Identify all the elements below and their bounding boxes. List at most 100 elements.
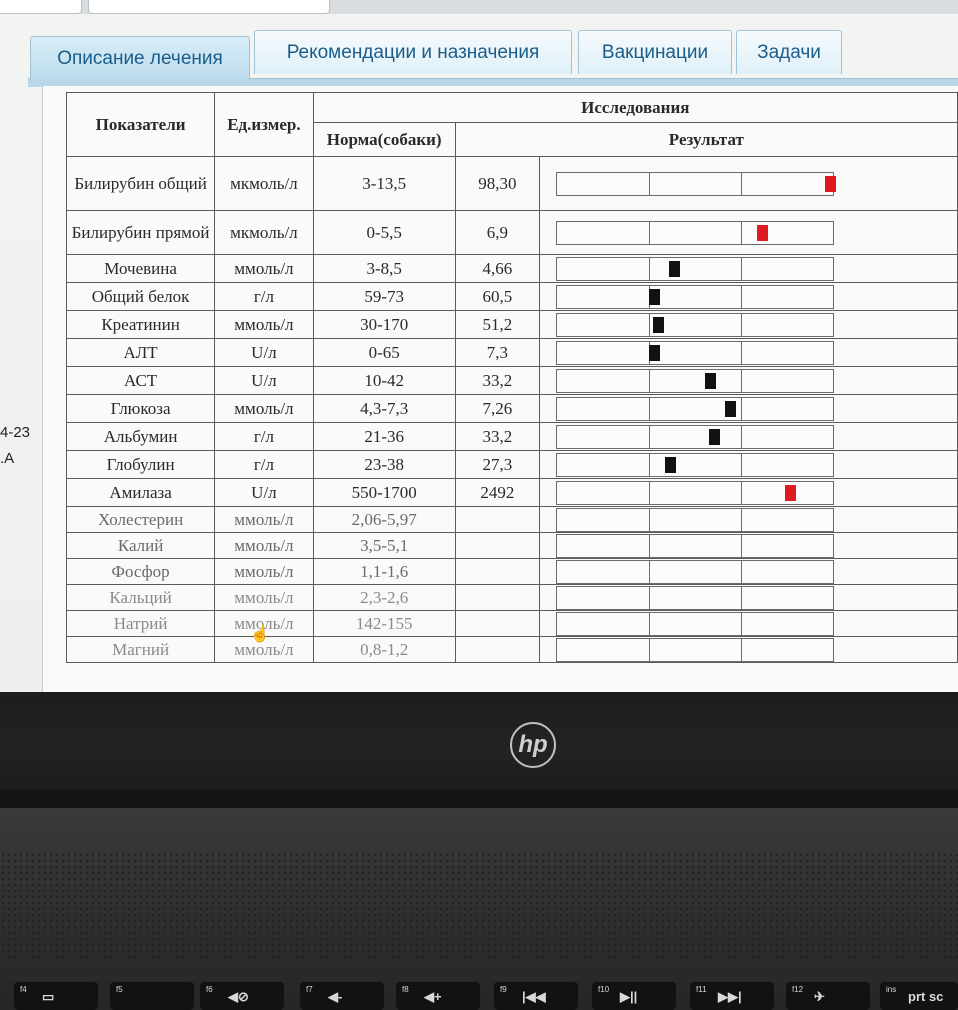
value-cell bbox=[454, 506, 541, 533]
scale-divider bbox=[741, 508, 743, 531]
scale-divider bbox=[741, 369, 743, 392]
function-key[interactable]: f4 ▭ bbox=[14, 982, 98, 1010]
scale-divider bbox=[741, 560, 743, 583]
function-key[interactable]: ins prt sc bbox=[880, 982, 958, 1010]
result-scale bbox=[556, 637, 835, 662]
function-key[interactable]: f7 ◀- bbox=[300, 982, 384, 1010]
norm-cell: 23-38 bbox=[312, 450, 456, 479]
tab-treatment-description[interactable]: Описание лечения bbox=[30, 36, 250, 80]
tab-tasks[interactable]: Задачи bbox=[736, 30, 842, 74]
indicator-name: Амилаза bbox=[65, 478, 216, 507]
indicator-name: Холестерин bbox=[65, 506, 216, 533]
indicator-name: Магний bbox=[65, 636, 216, 663]
result-marker bbox=[665, 456, 677, 473]
value-cell bbox=[454, 610, 541, 637]
laptop-hinge bbox=[0, 790, 958, 808]
result-bar-cell bbox=[539, 506, 958, 533]
value-cell: 4,66 bbox=[454, 254, 541, 283]
laptop-bezel bbox=[0, 692, 958, 792]
value-cell: 7,26 bbox=[454, 394, 541, 423]
function-key[interactable]: f6 ◀⊘ bbox=[200, 982, 284, 1010]
unit-cell: ммоль/л bbox=[214, 254, 314, 283]
value-cell: 51,2 bbox=[454, 310, 541, 339]
scale-divider bbox=[649, 172, 651, 195]
table-row: Альбумин г/л 21-36 33,2 bbox=[65, 422, 958, 451]
function-key[interactable]: f12 ✈ bbox=[786, 982, 870, 1010]
result-marker bbox=[649, 288, 661, 305]
indicator-name: Натрий bbox=[65, 610, 216, 637]
table-row: Амилаза U/л 550-1700 2492 bbox=[65, 478, 958, 507]
value-cell: 98,30 bbox=[454, 156, 541, 211]
value-cell bbox=[454, 558, 541, 585]
scale-divider bbox=[741, 172, 743, 195]
indicator-name: АСТ bbox=[65, 366, 216, 395]
result-scale bbox=[556, 220, 835, 245]
function-key[interactable]: f5 bbox=[110, 982, 194, 1010]
scale-divider bbox=[649, 586, 651, 609]
scale-divider bbox=[741, 341, 743, 364]
browser-tab[interactable] bbox=[0, 0, 82, 14]
scale-divider bbox=[741, 285, 743, 308]
norm-cell: 3-8,5 bbox=[312, 254, 456, 283]
function-key[interactable]: f10 ▶|| bbox=[592, 982, 676, 1010]
norm-cell: 2,3-2,6 bbox=[312, 584, 456, 611]
scale-divider bbox=[741, 397, 743, 420]
browser-tab[interactable] bbox=[88, 0, 330, 14]
norm-cell: 10-42 bbox=[312, 366, 456, 395]
norm-cell: 59-73 bbox=[312, 282, 456, 311]
result-bar-cell bbox=[539, 156, 958, 211]
function-key-label: f12 bbox=[792, 985, 804, 994]
result-scale bbox=[556, 256, 835, 281]
function-key-label: f7 bbox=[306, 985, 313, 994]
norm-cell: 3,5-5,1 bbox=[312, 532, 456, 559]
indicator-name: Креатинин bbox=[65, 310, 216, 339]
result-bar-cell bbox=[539, 450, 958, 479]
result-scale bbox=[556, 340, 835, 365]
norm-cell: 0,8-1,2 bbox=[312, 636, 456, 663]
scale-divider bbox=[741, 313, 743, 336]
tab-label: Вакцинации bbox=[601, 41, 709, 63]
table-row: Калий ммоль/л 3,5-5,1 bbox=[65, 532, 958, 559]
function-key-symbol-icon: ◀+ bbox=[424, 989, 442, 1004]
table-row: Мочевина ммоль/л 3-8,5 4,66 bbox=[65, 254, 958, 283]
table-row: Глобулин г/л 23-38 27,3 bbox=[65, 450, 958, 479]
function-key-label: f8 bbox=[402, 985, 409, 994]
function-key-label: f9 bbox=[500, 985, 507, 994]
table-row: АЛТ U/л 0-65 7,3 bbox=[65, 338, 958, 367]
scale-divider bbox=[649, 481, 651, 504]
result-bar-cell bbox=[539, 610, 958, 637]
norm-cell: 2,06-5,97 bbox=[312, 506, 456, 533]
tab-vaccinations[interactable]: Вакцинации bbox=[578, 30, 732, 74]
table-row: Кальций ммоль/л 2,3-2,6 bbox=[65, 584, 958, 611]
scale-divider bbox=[741, 425, 743, 448]
function-key[interactable]: f8 ◀+ bbox=[396, 982, 480, 1010]
function-key[interactable]: f11 ▶▶| bbox=[690, 982, 774, 1010]
result-marker bbox=[709, 428, 721, 445]
result-scale bbox=[556, 396, 835, 421]
result-marker bbox=[653, 316, 665, 333]
function-key-label: f10 bbox=[598, 985, 610, 994]
unit-cell: U/л bbox=[214, 338, 314, 367]
function-key-label: f5 bbox=[116, 985, 123, 994]
table-row: Фосфор ммоль/л 1,1-1,6 bbox=[65, 558, 958, 585]
value-cell: 33,2 bbox=[454, 366, 541, 395]
table-row: Креатинин ммоль/л 30-170 51,2 bbox=[65, 310, 958, 339]
tab-recommendations[interactable]: Рекомендации и назначения bbox=[254, 30, 572, 74]
header-indicators: Показатели bbox=[65, 92, 216, 157]
function-key-symbol-icon: ▶|| bbox=[620, 989, 638, 1004]
result-scale bbox=[556, 452, 835, 477]
result-bar-cell bbox=[539, 478, 958, 507]
function-key-symbol-icon: ▭ bbox=[42, 989, 55, 1004]
value-cell: 2492 bbox=[454, 478, 541, 507]
function-key[interactable]: f9 |◀◀ bbox=[494, 982, 578, 1010]
value-cell: 27,3 bbox=[454, 450, 541, 479]
scale-divider bbox=[649, 534, 651, 557]
speaker-grille bbox=[0, 852, 958, 962]
table-row: Натрий ммоль/л 142-155 bbox=[65, 610, 958, 637]
result-bar-cell bbox=[539, 636, 958, 663]
indicator-name: Альбумин bbox=[65, 422, 216, 451]
result-bar-cell bbox=[539, 394, 958, 423]
result-scale bbox=[556, 480, 835, 505]
result-scale bbox=[556, 368, 835, 393]
result-marker bbox=[649, 344, 661, 361]
